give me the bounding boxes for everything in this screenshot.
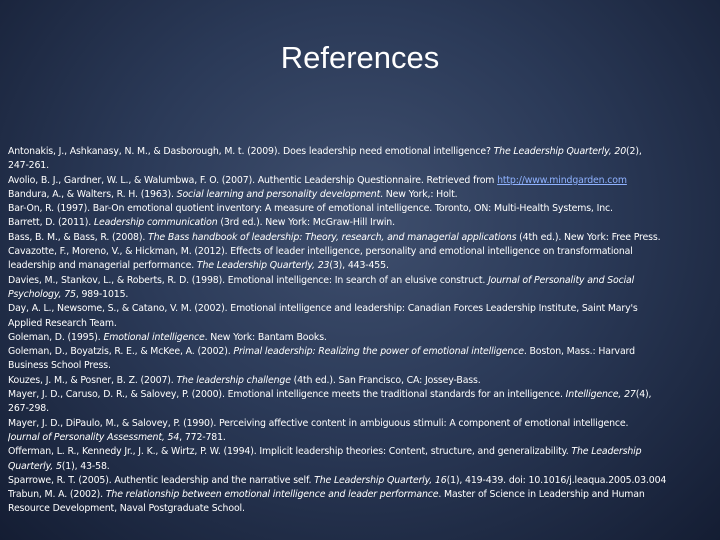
- reference-text: Cavazotte, F., Moreno, V., & Hickman, M.…: [8, 246, 633, 258]
- reference-entry: Trabun, M. A. (2002). The relationship b…: [8, 488, 714, 517]
- reference-continuation-line: 267-298.: [8, 402, 714, 416]
- reference-line: Mayer, J. D., DiPaulo, M., & Salovey, P.…: [8, 417, 629, 429]
- reference-italic-text: The Leadership Quarterly, 16: [314, 474, 447, 486]
- reference-continuation-line: Applied Research Team.: [8, 317, 714, 331]
- reference-text: . Boston, Mass.: Harvard: [523, 346, 635, 358]
- reference-text: (3), 443-455.: [329, 260, 389, 272]
- reference-italic-text: Psychology, 75: [8, 288, 76, 300]
- reference-entry: Cavazotte, F., Moreno, V., & Hickman, M.…: [8, 245, 714, 274]
- reference-italic-text: The Bass handbook of leadership: Theory,…: [148, 231, 517, 243]
- reference-continuation-line: leadership and managerial performance. T…: [8, 259, 714, 273]
- reference-line: Day, A. L., Newsome, S., & Catano, V. M.…: [8, 303, 638, 314]
- reference-italic-text: Social learning and personality developm…: [176, 188, 381, 200]
- reference-text: Goleman, D., Boyatzis, R. E., & McKee, A…: [8, 346, 234, 358]
- reference-text: Antonakis, J., Ashkanasy, N. M., & Dasbo…: [8, 146, 494, 157]
- reference-line: Cavazotte, F., Moreno, V., & Hickman, M.…: [8, 246, 633, 257]
- reference-line: Goleman, D. (1995). Emotional intelligen…: [8, 332, 327, 343]
- reference-text: (3rd ed.). New York: McGraw-Hill Irwin.: [217, 217, 395, 229]
- reference-continuation-line: Journal of Personality Assessment, 54, 7…: [8, 431, 714, 445]
- reference-entry: Bar-On, R. (1997). Bar-On emotional quot…: [8, 202, 714, 216]
- reference-text: (4th ed.). New York: Free Press.: [516, 231, 661, 243]
- reference-text: (4th ed.). San Francisco, CA: Jossey-Bas…: [290, 374, 481, 386]
- reference-italic-text: Leadership communication: [93, 217, 218, 229]
- reference-text: Bandura, A., & Walters, R. H. (1963).: [8, 188, 177, 200]
- reference-text: Avolio, B. J., Gardner, W. L., & Walumbw…: [8, 174, 498, 186]
- reference-text: Offerman, L. R., Kennedy Jr., J. K., & W…: [8, 446, 572, 458]
- reference-line: Bandura, A., & Walters, R. H. (1963). So…: [8, 188, 458, 200]
- reference-italic-text: The leadership challenge: [176, 374, 291, 386]
- reference-italic-text: Quarterly, 5: [8, 460, 62, 472]
- reference-text: Day, A. L., Newsome, S., & Catano, V. M.…: [8, 303, 638, 315]
- reference-line: Bass, B. M., & Bass, R. (2008). The Bass…: [8, 231, 661, 243]
- reference-continuation-line: Quarterly, 5(1), 43-58.: [8, 460, 714, 474]
- reference-italic-text: Journal of Personality and Social: [488, 274, 635, 286]
- reference-text: (4),: [635, 389, 652, 401]
- reference-italic-text: The relationship between emotional intel…: [105, 489, 439, 501]
- reference-text: 247-261.: [8, 160, 49, 172]
- reference-italic-text: The Leadership Quarterly, 23: [196, 260, 330, 272]
- reference-continuation-line: Resource Development, Naval Postgraduate…: [8, 502, 714, 516]
- reference-entry: Barrett, D. (2011). Leadership communica…: [8, 216, 714, 230]
- reference-italic-text: Journal of Personality Assessment, 54: [8, 431, 180, 443]
- reference-text: Barrett, D. (2011).: [8, 217, 94, 229]
- reference-list: Antonakis, J., Ashkanasy, N. M., & Dasbo…: [8, 145, 714, 517]
- reference-entry: Kouzes, J. M., & Posner, B. Z. (2007). T…: [8, 374, 714, 388]
- reference-text: (2),: [626, 146, 642, 157]
- reference-link[interactable]: http://www.mindgarden.com: [497, 175, 627, 186]
- reference-line: Davies, M., Stankov, L., & Roberts, R. D…: [8, 275, 634, 286]
- reference-entry: Bass, B. M., & Bass, R. (2008). The Bass…: [8, 231, 714, 245]
- reference-line: Sparrowe, R. T. (2005). Authentic leader…: [8, 475, 666, 486]
- reference-text: . New York,: Holt.: [380, 188, 458, 200]
- reference-entry: Mayer, J. D., DiPaulo, M., & Salovey, P.…: [8, 417, 714, 446]
- reference-line: Mayer, J. D., Caruso, D. R., & Salovey, …: [8, 389, 652, 401]
- reference-text: Applied Research Team.: [8, 317, 117, 329]
- reference-text: Sparrowe, R. T. (2005). Authentic leader…: [8, 474, 315, 486]
- page-title: References: [280, 40, 440, 75]
- reference-entry: Sparrowe, R. T. (2005). Authentic leader…: [8, 474, 714, 488]
- reference-text: (1), 43-58.: [61, 460, 110, 472]
- reference-line: Antonakis, J., Ashkanasy, N. M., & Dasbo…: [8, 146, 642, 157]
- reference-entry: Antonakis, J., Ashkanasy, N. M., & Dasbo…: [8, 145, 714, 174]
- reference-text: Kouzes, J. M., & Posner, B. Z. (2007).: [8, 374, 177, 386]
- reference-text: Mayer, J. D., DiPaulo, M., & Salovey, P.…: [8, 417, 629, 429]
- reference-entry: Offerman, L. R., Kennedy Jr., J. K., & W…: [8, 445, 714, 474]
- reference-text: . New York: Bantam Books.: [204, 331, 327, 343]
- reference-text: 267-298.: [8, 403, 49, 415]
- reference-text: . Master of Science in Leadership and Hu…: [438, 489, 645, 501]
- reference-italic-text: The Leadership Quarterly, 20: [493, 146, 627, 157]
- reference-line: Barrett, D. (2011). Leadership communica…: [8, 217, 395, 228]
- reference-italic-text: The Leadership: [571, 446, 642, 458]
- reference-entry: Mayer, J. D., Caruso, D. R., & Salovey, …: [8, 388, 714, 417]
- reference-entry: Davies, M., Stankov, L., & Roberts, R. D…: [8, 274, 714, 303]
- reference-text: Davies, M., Stankov, L., & Roberts, R. D…: [8, 274, 489, 286]
- reference-continuation-line: Psychology, 75, 989-1015.: [8, 288, 714, 302]
- reference-continuation-line: 247-261.: [8, 159, 714, 173]
- reference-line: Offerman, L. R., Kennedy Jr., J. K., & W…: [8, 446, 642, 458]
- reference-text: leadership and managerial performance.: [8, 260, 197, 272]
- reference-text: (1), 419-439. doi: 10.1016/j.leaqua.2005…: [446, 474, 667, 486]
- reference-text: Bass, B. M., & Bass, R. (2008).: [8, 231, 148, 243]
- reference-line: Trabun, M. A. (2002). The relationship b…: [8, 489, 645, 500]
- reference-text: Mayer, J. D., Caruso, D. R., & Salovey, …: [8, 389, 566, 401]
- reference-text: Goleman, D. (1995).: [8, 331, 104, 343]
- reference-italic-text: Primal leadership: Realizing the power o…: [233, 346, 524, 358]
- reference-text: Bar-On, R. (1997). Bar-On emotional quot…: [8, 203, 613, 215]
- reference-italic-text: Intelligence, 27: [565, 389, 636, 401]
- reference-text: Trabun, M. A. (2002).: [8, 489, 106, 501]
- reference-line: Avolio, B. J., Gardner, W. L., & Walumbw…: [8, 175, 627, 186]
- reference-entry: Bandura, A., & Walters, R. H. (1963). So…: [8, 188, 714, 202]
- reference-entry: Avolio, B. J., Gardner, W. L., & Walumbw…: [8, 174, 714, 188]
- reference-entry: Goleman, D. (1995). Emotional intelligen…: [8, 331, 714, 345]
- reference-text: Resource Development, Naval Postgraduate…: [8, 503, 245, 515]
- reference-text: , 989-1015.: [75, 288, 129, 300]
- reference-text: , 772-781.: [179, 431, 226, 443]
- reference-entry: Day, A. L., Newsome, S., & Catano, V. M.…: [8, 302, 714, 331]
- reference-italic-text: Emotional intelligence: [103, 331, 205, 343]
- reference-line: Goleman, D., Boyatzis, R. E., & McKee, A…: [8, 346, 635, 357]
- reference-entry: Goleman, D., Boyatzis, R. E., & McKee, A…: [8, 345, 714, 374]
- reference-line: Bar-On, R. (1997). Bar-On emotional quot…: [8, 203, 613, 214]
- reference-continuation-line: Business School Press.: [8, 359, 714, 373]
- reference-text: Business School Press.: [8, 360, 111, 372]
- reference-line: Kouzes, J. M., & Posner, B. Z. (2007). T…: [8, 375, 481, 386]
